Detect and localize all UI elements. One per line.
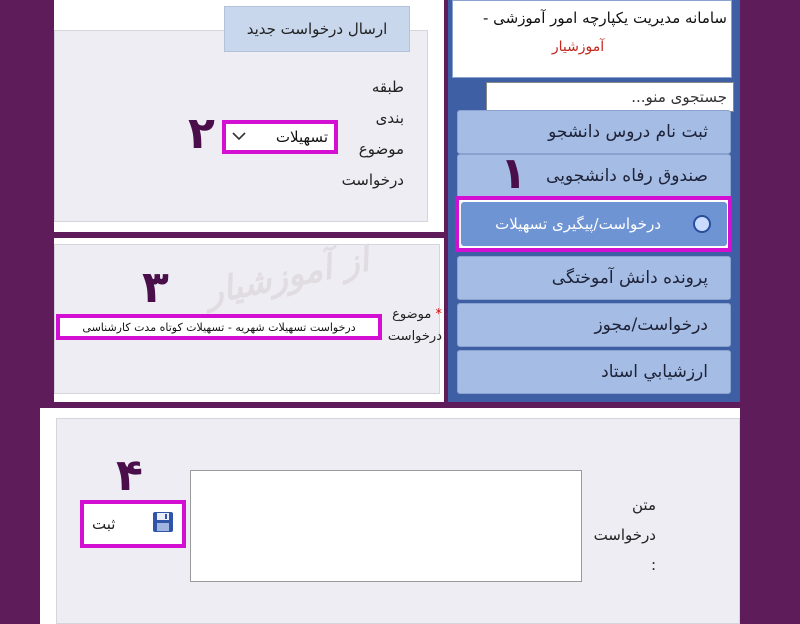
system-title-box: سامانه مدیریت یکپارچه امور آموزشی - آموز…	[452, 0, 732, 78]
sidebar-item-label: درخواست/مجوز	[594, 315, 708, 335]
request-text-label-line: درخواست	[593, 526, 656, 544]
submit-label: ثبت	[92, 515, 116, 533]
search-placeholder: جستجوی منو...	[631, 88, 727, 106]
sidebar-item-label: صندوق رفاه دانشجویی	[546, 166, 708, 186]
subject-label: * موضوع درخواست	[388, 304, 442, 348]
category-label-line: طبقه	[371, 78, 404, 96]
submit-button-highlight[interactable]: ثبت	[80, 500, 186, 548]
category-label-line: بندی	[375, 109, 404, 127]
request-textarea[interactable]	[190, 470, 582, 582]
sidebar-item-label: ارزشيابي استاد	[601, 362, 708, 382]
sidebar-item-loan-request-highlight[interactable]: درخواست/پیگیری تسهیلات	[455, 196, 732, 252]
subject-label-line: * موضوع	[388, 304, 442, 326]
step-3-marker: ۳	[142, 262, 169, 313]
category-select-highlight[interactable]: تسهیلات	[222, 120, 338, 154]
sidebar-item-request-permit[interactable]: درخواست/مجوز	[457, 303, 731, 347]
required-mark: *	[435, 307, 443, 322]
step-1-marker: ۱	[500, 148, 527, 199]
sidebar-item-loan-request[interactable]: درخواست/پیگیری تسهیلات	[461, 202, 727, 246]
step-4-marker: ۴	[116, 450, 143, 501]
system-title: سامانه مدیریت یکپارچه امور آموزشی -	[482, 9, 727, 27]
system-subtitle: آموزشیار	[551, 39, 605, 55]
category-label-line: موضوع	[358, 140, 404, 158]
bullet-icon	[693, 215, 711, 233]
category-label-line: درخواست	[341, 171, 404, 189]
subject-label-text: موضوع	[392, 307, 432, 322]
subject-value-highlight[interactable]: درخواست تسهیلات شهریه - تسهیلات کوتاه مد…	[56, 314, 382, 340]
sidebar-item-label: درخواست/پیگیری تسهیلات	[495, 215, 661, 233]
subject-value: درخواست تسهیلات شهریه - تسهیلات کوتاه مد…	[82, 320, 356, 334]
floppy-disk-icon	[152, 511, 174, 537]
sidebar-item-welfare-fund[interactable]: صندوق رفاه دانشجویی	[457, 154, 731, 198]
search-input[interactable]: جستجوی منو...	[486, 82, 734, 112]
subject-label-line: درخواست	[387, 329, 442, 344]
sidebar-item-teacher-evaluation[interactable]: ارزشيابي استاد	[457, 350, 731, 394]
sidebar-item-graduation-file[interactable]: پرونده دانش آموختگی	[457, 256, 731, 300]
sidebar-item-course-registration[interactable]: ثبت نام دروس دانشجو	[457, 110, 731, 154]
request-text-label-line: :	[650, 556, 656, 574]
category-select[interactable]: تسهیلات	[226, 124, 334, 150]
sidebar-item-label: ثبت نام دروس دانشجو	[548, 122, 708, 142]
category-label: طبقه بندی موضوع درخواست	[330, 72, 404, 196]
request-text-label: متن درخواست :	[586, 490, 656, 580]
category-select-value: تسهیلات	[275, 128, 328, 146]
step-2-marker: ۲	[188, 108, 215, 159]
sidebar-item-label: پرونده دانش آموختگی	[551, 268, 708, 288]
submit-button[interactable]: ثبت	[88, 508, 178, 540]
request-text-label-line: متن	[632, 496, 656, 514]
new-request-button[interactable]: ارسال درخواست جدید	[224, 6, 410, 52]
chevron-down-icon	[232, 130, 246, 145]
